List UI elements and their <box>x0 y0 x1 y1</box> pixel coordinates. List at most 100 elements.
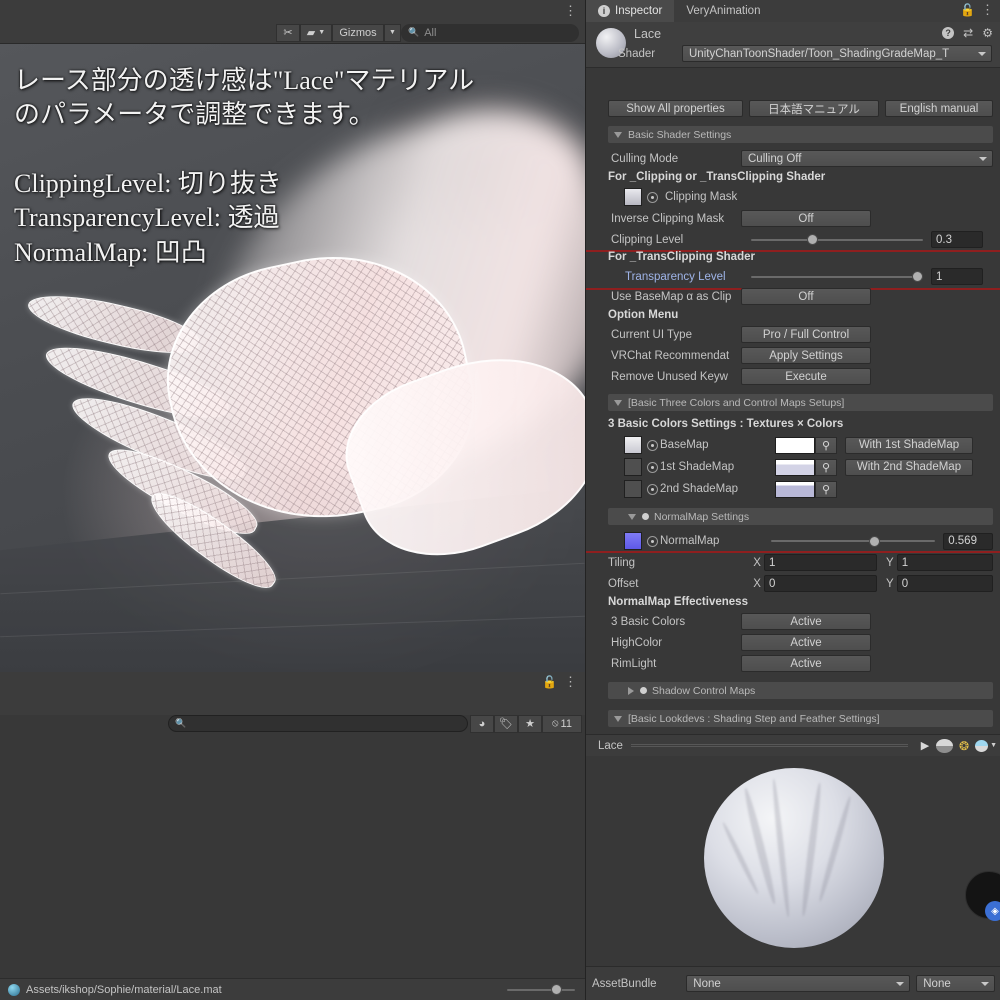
transparency-level-field[interactable]: 1 <box>931 268 983 285</box>
with-1st-shademap-button[interactable]: With 1st ShadeMap <box>845 436 973 454</box>
transparency-level-slider[interactable] <box>751 268 923 285</box>
current-ui-type-button[interactable]: Pro / Full Control <box>741 326 871 343</box>
foldout-basic-lookdevs[interactable]: [Basic Lookdevs : Shading Step and Feath… <box>608 710 993 727</box>
foldout-basic-shader-settings[interactable]: Basic Shader Settings <box>608 126 993 143</box>
apply-settings-button[interactable]: Apply Settings <box>741 347 871 364</box>
tiling-x-field[interactable]: 1 <box>764 554 877 571</box>
chevron-down-icon <box>614 715 622 722</box>
tiling-x-label: X <box>753 556 761 569</box>
lighting-icon[interactable] <box>936 738 953 753</box>
assetbundle-bar: AssetBundle None None <box>586 966 1000 1000</box>
foldout-label: [Basic Three Colors and Control Maps Set… <box>628 396 845 409</box>
shader-dropdown[interactable]: UnityChanToonShader/Toon_ShadingGradeMap… <box>682 45 992 62</box>
foldout-basic-three-colors[interactable]: [Basic Three Colors and Control Maps Set… <box>608 394 993 411</box>
inverse-clipping-mask-toggle[interactable]: Off <box>741 210 871 227</box>
sphere-dropdown-icon[interactable]: ▼ <box>975 737 997 755</box>
first-shademap-color-swatch[interactable] <box>775 458 815 476</box>
offset-y-field[interactable]: 0 <box>896 575 993 592</box>
project-toolbar: 🔍 ◕ 🏷 ★ ⦸ 11 <box>0 692 585 733</box>
foldout-normalmap-settings[interactable]: NormalMap Settings <box>608 508 993 525</box>
effectiveness-3basic-toggle[interactable]: Active <box>741 613 871 630</box>
project-search-input[interactable]: 🔍 <box>168 715 468 732</box>
tab-veryanimation[interactable]: VeryAnimation <box>674 0 772 22</box>
camera-icon[interactable]: ▰ ▼ <box>300 23 332 42</box>
favorite-star-icon[interactable]: ★ <box>518 714 542 733</box>
tools-icon[interactable]: ✂ <box>276 23 300 42</box>
use-basemap-alpha-toggle[interactable]: Off <box>741 288 871 305</box>
effectiveness-rimlight-toggle[interactable]: Active <box>741 655 871 672</box>
label-filter-icon[interactable]: 🏷 <box>494 714 518 733</box>
tiling-y-field[interactable]: 1 <box>896 554 993 571</box>
radio-icon[interactable] <box>647 535 658 547</box>
basemap-color-swatch[interactable] <box>775 436 815 454</box>
kebab-menu-icon[interactable]: ⋮ <box>564 4 577 17</box>
with-2nd-shademap-button[interactable]: With 2nd ShadeMap <box>845 458 973 476</box>
clipping-level-slider[interactable] <box>751 231 923 248</box>
asset-filter-icon[interactable]: ◕ <box>470 714 494 733</box>
section-clipping-header: For _Clipping or _TransClipping Shader <box>608 171 826 183</box>
show-all-properties-button[interactable]: Show All properties <box>608 100 743 117</box>
basemap-texture-slot[interactable] <box>624 436 642 454</box>
effectiveness-highcolor-toggle[interactable]: Active <box>741 634 871 651</box>
radio-icon[interactable] <box>647 483 658 495</box>
normalmap-row: NormalMap 0.569 <box>624 532 993 550</box>
project-zoom-slider[interactable] <box>507 981 575 998</box>
second-shademap-texture-slot[interactable] <box>624 480 642 498</box>
scene-search-input[interactable]: 🔍 All <box>401 23 579 42</box>
radio-icon[interactable] <box>647 191 658 203</box>
inverse-clipping-mask-row: Inverse Clipping Mask Off <box>611 210 993 227</box>
lock-icon[interactable]: 🔓 <box>542 675 557 689</box>
play-icon[interactable]: ▶ <box>914 737 936 755</box>
tab-label: VeryAnimation <box>686 5 761 17</box>
foldout-label: NormalMap Settings <box>654 510 750 523</box>
kebab-menu-icon[interactable]: ⋮ <box>564 674 577 690</box>
basemap-label: BaseMap <box>660 439 709 451</box>
clipping-level-field[interactable]: 0.3 <box>931 231 983 248</box>
remove-unused-keywords-label: Remove Unused Keyw <box>611 370 728 383</box>
shader-value: UnityChanToonShader/Toon_ShadingGradeMap… <box>689 47 950 60</box>
hidden-eye-icon[interactable]: ⦸ 11 <box>542 714 582 733</box>
scene-viewport[interactable]: レース部分の透け感は"Lace"マテリアル のパラメータで調整できます。 Cli… <box>0 44 585 672</box>
tiling-label: Tiling <box>608 556 636 569</box>
chevron-down-icon <box>896 981 905 986</box>
scene-toolbar: ✂ ▰ ▼ Gizmos ▼ 🔍 All <box>0 22 585 44</box>
hidden-count: 11 <box>560 717 572 730</box>
radio-icon[interactable] <box>647 439 658 451</box>
foldout-shadow-control-maps[interactable]: Shadow Control Maps <box>608 682 993 699</box>
offset-x-field[interactable]: 0 <box>764 575 877 592</box>
second-shademap-color-swatch[interactable] <box>775 480 815 498</box>
normalmap-field[interactable]: 0.569 <box>943 532 993 550</box>
clipping-mask-texture-slot[interactable] <box>624 188 642 206</box>
lock-icon[interactable]: 🔓 <box>960 3 975 17</box>
tiling-y-label: Y <box>885 556 894 569</box>
asset-badge-icon[interactable]: ◈ <box>985 901 1000 921</box>
project-panel: 🔓 ⋮ 🔍 ◕ 🏷 ★ ⦸ 11 Assets› ikshop› Sophie› <box>0 672 585 1000</box>
gizmos-button[interactable]: Gizmos <box>332 23 384 42</box>
assetbundle-variant-dropdown[interactable]: None <box>916 975 995 992</box>
gizmos-dropdown-icon[interactable]: ▼ <box>384 23 401 42</box>
eyedropper-icon[interactable]: ⚲ <box>815 436 837 454</box>
fx-icon[interactable]: ❂ <box>953 737 975 755</box>
current-ui-type-row: Current UI Type Pro / Full Control <box>611 326 993 343</box>
culling-mode-dropdown[interactable]: Culling Off <box>741 150 993 167</box>
english-manual-button[interactable]: English manual <box>885 100 993 117</box>
button-value: Apply Settings <box>769 349 843 362</box>
normalmap-slider[interactable] <box>771 533 936 550</box>
assetbundle-label: AssetBundle <box>592 977 657 990</box>
help-icon[interactable]: ? <box>942 27 955 39</box>
assetbundle-dropdown[interactable]: None <box>686 975 911 992</box>
material-preview-sphere <box>703 768 884 948</box>
eyedropper-icon[interactable]: ⚲ <box>815 480 837 498</box>
kebab-menu-icon[interactable]: ⋮ <box>981 2 994 18</box>
preview-area[interactable]: ◈ <box>586 756 1000 961</box>
tab-inspector[interactable]: i Inspector <box>586 0 675 22</box>
normalmap-texture-slot[interactable] <box>624 532 642 550</box>
japanese-manual-button[interactable]: 日本語マニュアル <box>749 100 879 117</box>
radio-icon[interactable] <box>647 461 658 473</box>
gear-icon[interactable]: ⚙ <box>982 26 993 40</box>
preset-icon[interactable]: ⇄ <box>963 26 973 40</box>
eyedropper-icon[interactable]: ⚲ <box>815 458 837 476</box>
remove-unused-keywords-row: Remove Unused Keyw Execute <box>611 368 993 385</box>
execute-button[interactable]: Execute <box>741 368 871 385</box>
first-shademap-texture-slot[interactable] <box>624 458 642 476</box>
